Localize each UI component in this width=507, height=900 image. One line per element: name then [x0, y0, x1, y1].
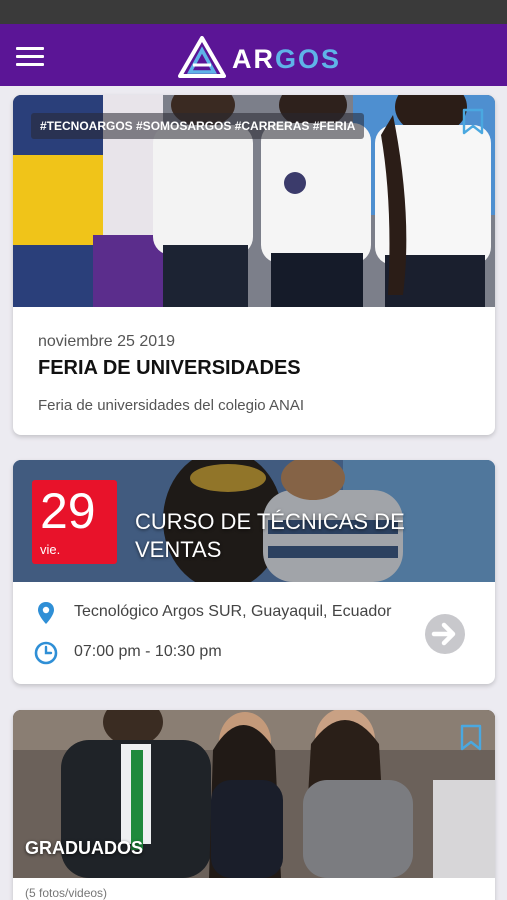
argos-logo: ARGOS	[178, 36, 341, 78]
event-open-button[interactable]	[423, 612, 467, 656]
post-photo: #TECNOARGOS #SOMOSARGOS #CARRERAS #FERIA	[13, 95, 495, 307]
bookmark-icon	[460, 724, 482, 751]
app-bar: ARGOS	[0, 24, 507, 86]
post-title[interactable]: FERIA DE UNIVERSIDADES	[38, 357, 301, 380]
post-description: Feria de universidades del colegio ANAI	[38, 397, 304, 414]
bookmark-icon	[462, 108, 484, 135]
event-photo: 29 vie. CURSO DE TÉCNICAS DE VENTAS	[13, 460, 495, 582]
arrow-right-circle-icon	[425, 614, 465, 654]
bookmark-button[interactable]	[459, 724, 483, 752]
event-time: 07:00 pm - 10:30 pm	[74, 643, 222, 660]
hamburger-menu-icon	[16, 47, 44, 50]
hamburger-line	[16, 63, 44, 66]
gallery-photo: GRADUADOS	[13, 710, 495, 878]
post-card-feria[interactable]: #TECNOARGOS #SOMOSARGOS #CARRERAS #FERIA…	[13, 95, 495, 435]
brand-name-part1: AR	[232, 44, 275, 74]
event-location: Tecnológico Argos SUR, Guayaquil, Ecuado…	[74, 603, 392, 620]
location-pin-icon	[38, 602, 54, 624]
post-date: noviembre 25 2019	[38, 333, 175, 350]
brand-name: ARGOS	[232, 46, 341, 73]
argos-logo-mark	[178, 36, 226, 78]
gallery-title[interactable]: GRADUADOS	[25, 838, 143, 859]
gallery-card-graduados[interactable]: GRADUADOS (5 fotos/videos)	[13, 710, 495, 900]
status-bar	[0, 0, 507, 24]
event-title[interactable]: CURSO DE TÉCNICAS DE VENTAS	[135, 508, 435, 564]
menu-button[interactable]	[14, 42, 46, 68]
bookmark-button[interactable]	[461, 108, 485, 136]
hamburger-line	[16, 55, 44, 58]
brand-name-part2: GOS	[275, 44, 342, 74]
gallery-media-count: (5 fotos/videos)	[25, 886, 108, 900]
event-day-name: vie.	[40, 542, 61, 557]
event-card-curso[interactable]: 29 vie. CURSO DE TÉCNICAS DE VENTAS Tecn…	[13, 460, 495, 684]
clock-icon	[34, 641, 58, 665]
post-hashtags: #TECNOARGOS #SOMOSARGOS #CARRERAS #FERIA	[31, 113, 365, 139]
news-feed[interactable]: #TECNOARGOS #SOMOSARGOS #CARRERAS #FERIA…	[0, 86, 507, 900]
event-date-badge: 29 vie.	[32, 480, 117, 564]
event-day-number: 29	[40, 483, 96, 539]
